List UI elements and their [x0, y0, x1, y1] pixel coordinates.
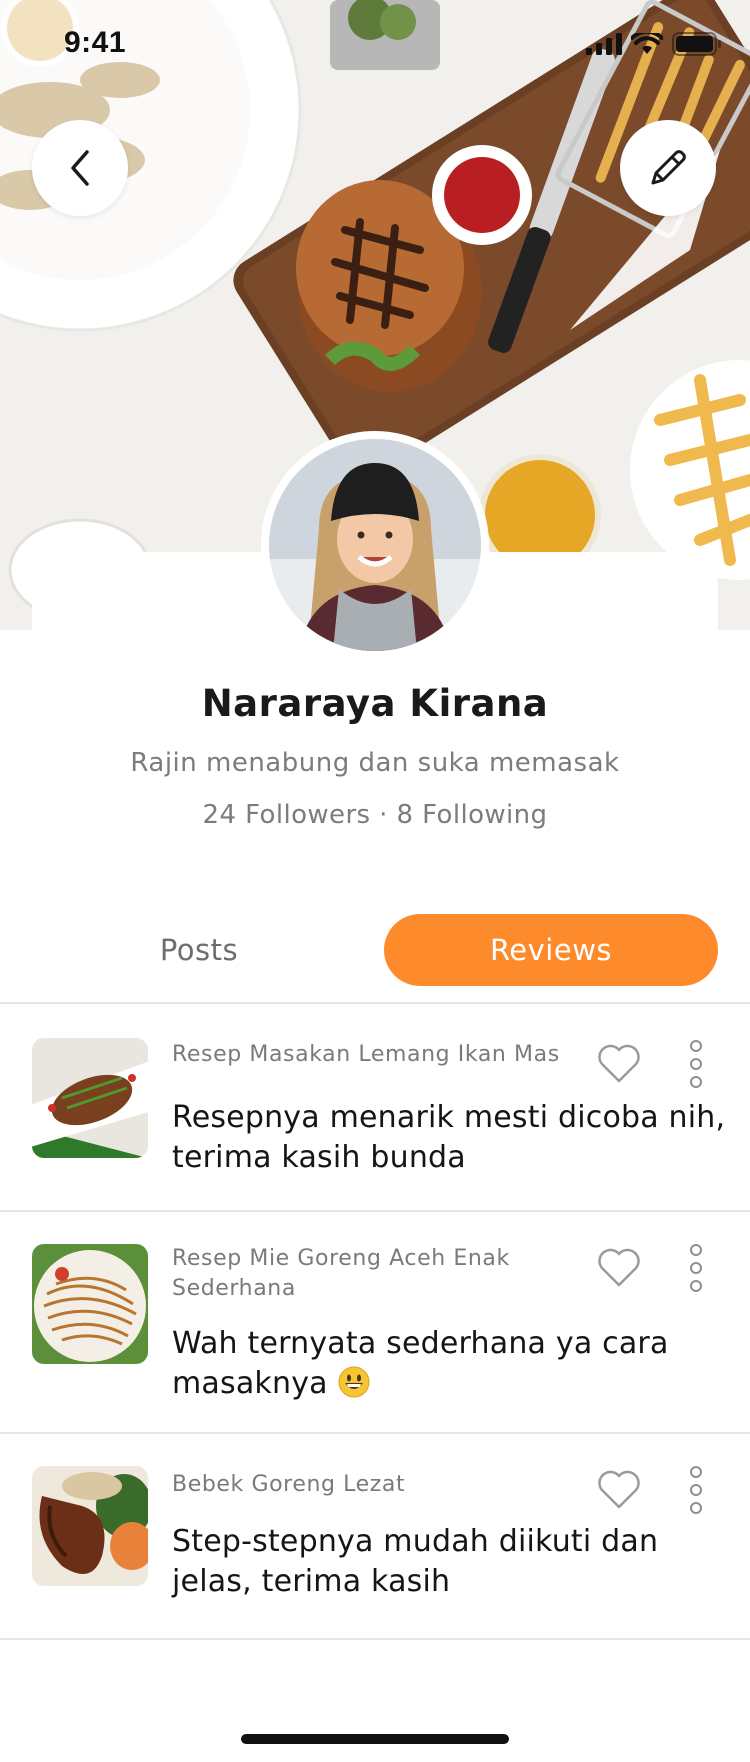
signal-icon	[586, 33, 622, 55]
profile-name: Nararaya Kirana	[201, 682, 549, 725]
recipe-thumbnail[interactable]	[32, 1038, 148, 1158]
tab-reviews[interactable]: Reviews	[384, 914, 718, 986]
more-dot	[690, 1280, 702, 1292]
more-dot	[690, 1484, 702, 1496]
review-recipe-title[interactable]: Resep Masakan Lemang Ikan Mas	[172, 1040, 572, 1070]
profile-tabs: Posts Reviews	[0, 914, 750, 986]
status-bar: 9:41	[0, 0, 750, 90]
more-vertical-icon[interactable]	[686, 1466, 706, 1514]
status-icons	[586, 32, 722, 56]
heart-icon[interactable]	[596, 1468, 642, 1510]
review-comment-text: Wah ternyata sederhana ya cara masaknya	[172, 1326, 669, 1401]
review-comment: Resepnya menarik mesti dicoba nih, terim…	[172, 1100, 726, 1175]
wifi-icon	[631, 33, 663, 54]
tab-posts[interactable]: Posts	[32, 914, 366, 986]
more-dot	[690, 1502, 702, 1514]
pencil-icon	[651, 150, 686, 185]
profile-bio: Rajin menabung dan suka memasak	[130, 748, 620, 778]
heart-icon[interactable]	[596, 1042, 642, 1084]
status-time: 9:41	[64, 26, 127, 59]
more-dot	[690, 1058, 702, 1070]
review-comment: Step-stepnya mudah diikuti dan jelas, te…	[172, 1524, 659, 1599]
more-dot	[690, 1244, 702, 1256]
review-comment: Wah ternyata sederhana ya cara masaknya	[172, 1324, 732, 1404]
review-recipe-title[interactable]: Bebek Goreng Lezat	[172, 1470, 572, 1500]
review-item[interactable]: Resep Mie Goreng Aceh Enak Sederhana Wah…	[0, 1210, 750, 1432]
more-dot	[690, 1076, 702, 1088]
recipe-thumbnail[interactable]	[32, 1466, 148, 1586]
chevron-left-icon	[71, 150, 89, 186]
profile-follow-stats[interactable]: 24 Followers · 8 Following	[0, 800, 750, 830]
avatar-ring	[261, 431, 489, 659]
home-indicator	[241, 1734, 509, 1744]
more-dot	[690, 1262, 702, 1274]
recipe-thumbnail[interactable]	[32, 1244, 148, 1364]
review-recipe-title[interactable]: Resep Mie Goreng Aceh Enak Sederhana	[172, 1244, 572, 1304]
review-item[interactable]: Resep Masakan Lemang Ikan Mas Resepnya m…	[0, 1002, 750, 1212]
more-dot	[690, 1040, 702, 1052]
grinning-emoji-icon	[338, 1366, 369, 1398]
avatar	[269, 439, 481, 651]
battery-icon	[672, 32, 721, 56]
edit-profile-button[interactable]	[620, 120, 716, 216]
back-button[interactable]	[32, 120, 128, 216]
more-vertical-icon[interactable]	[686, 1040, 706, 1088]
heart-icon[interactable]	[596, 1246, 642, 1288]
more-vertical-icon[interactable]	[686, 1244, 706, 1292]
more-dot	[690, 1466, 702, 1478]
review-item[interactable]: Bebek Goreng Lezat Step-stepnya mudah di…	[0, 1432, 750, 1638]
divider	[0, 1638, 750, 1640]
